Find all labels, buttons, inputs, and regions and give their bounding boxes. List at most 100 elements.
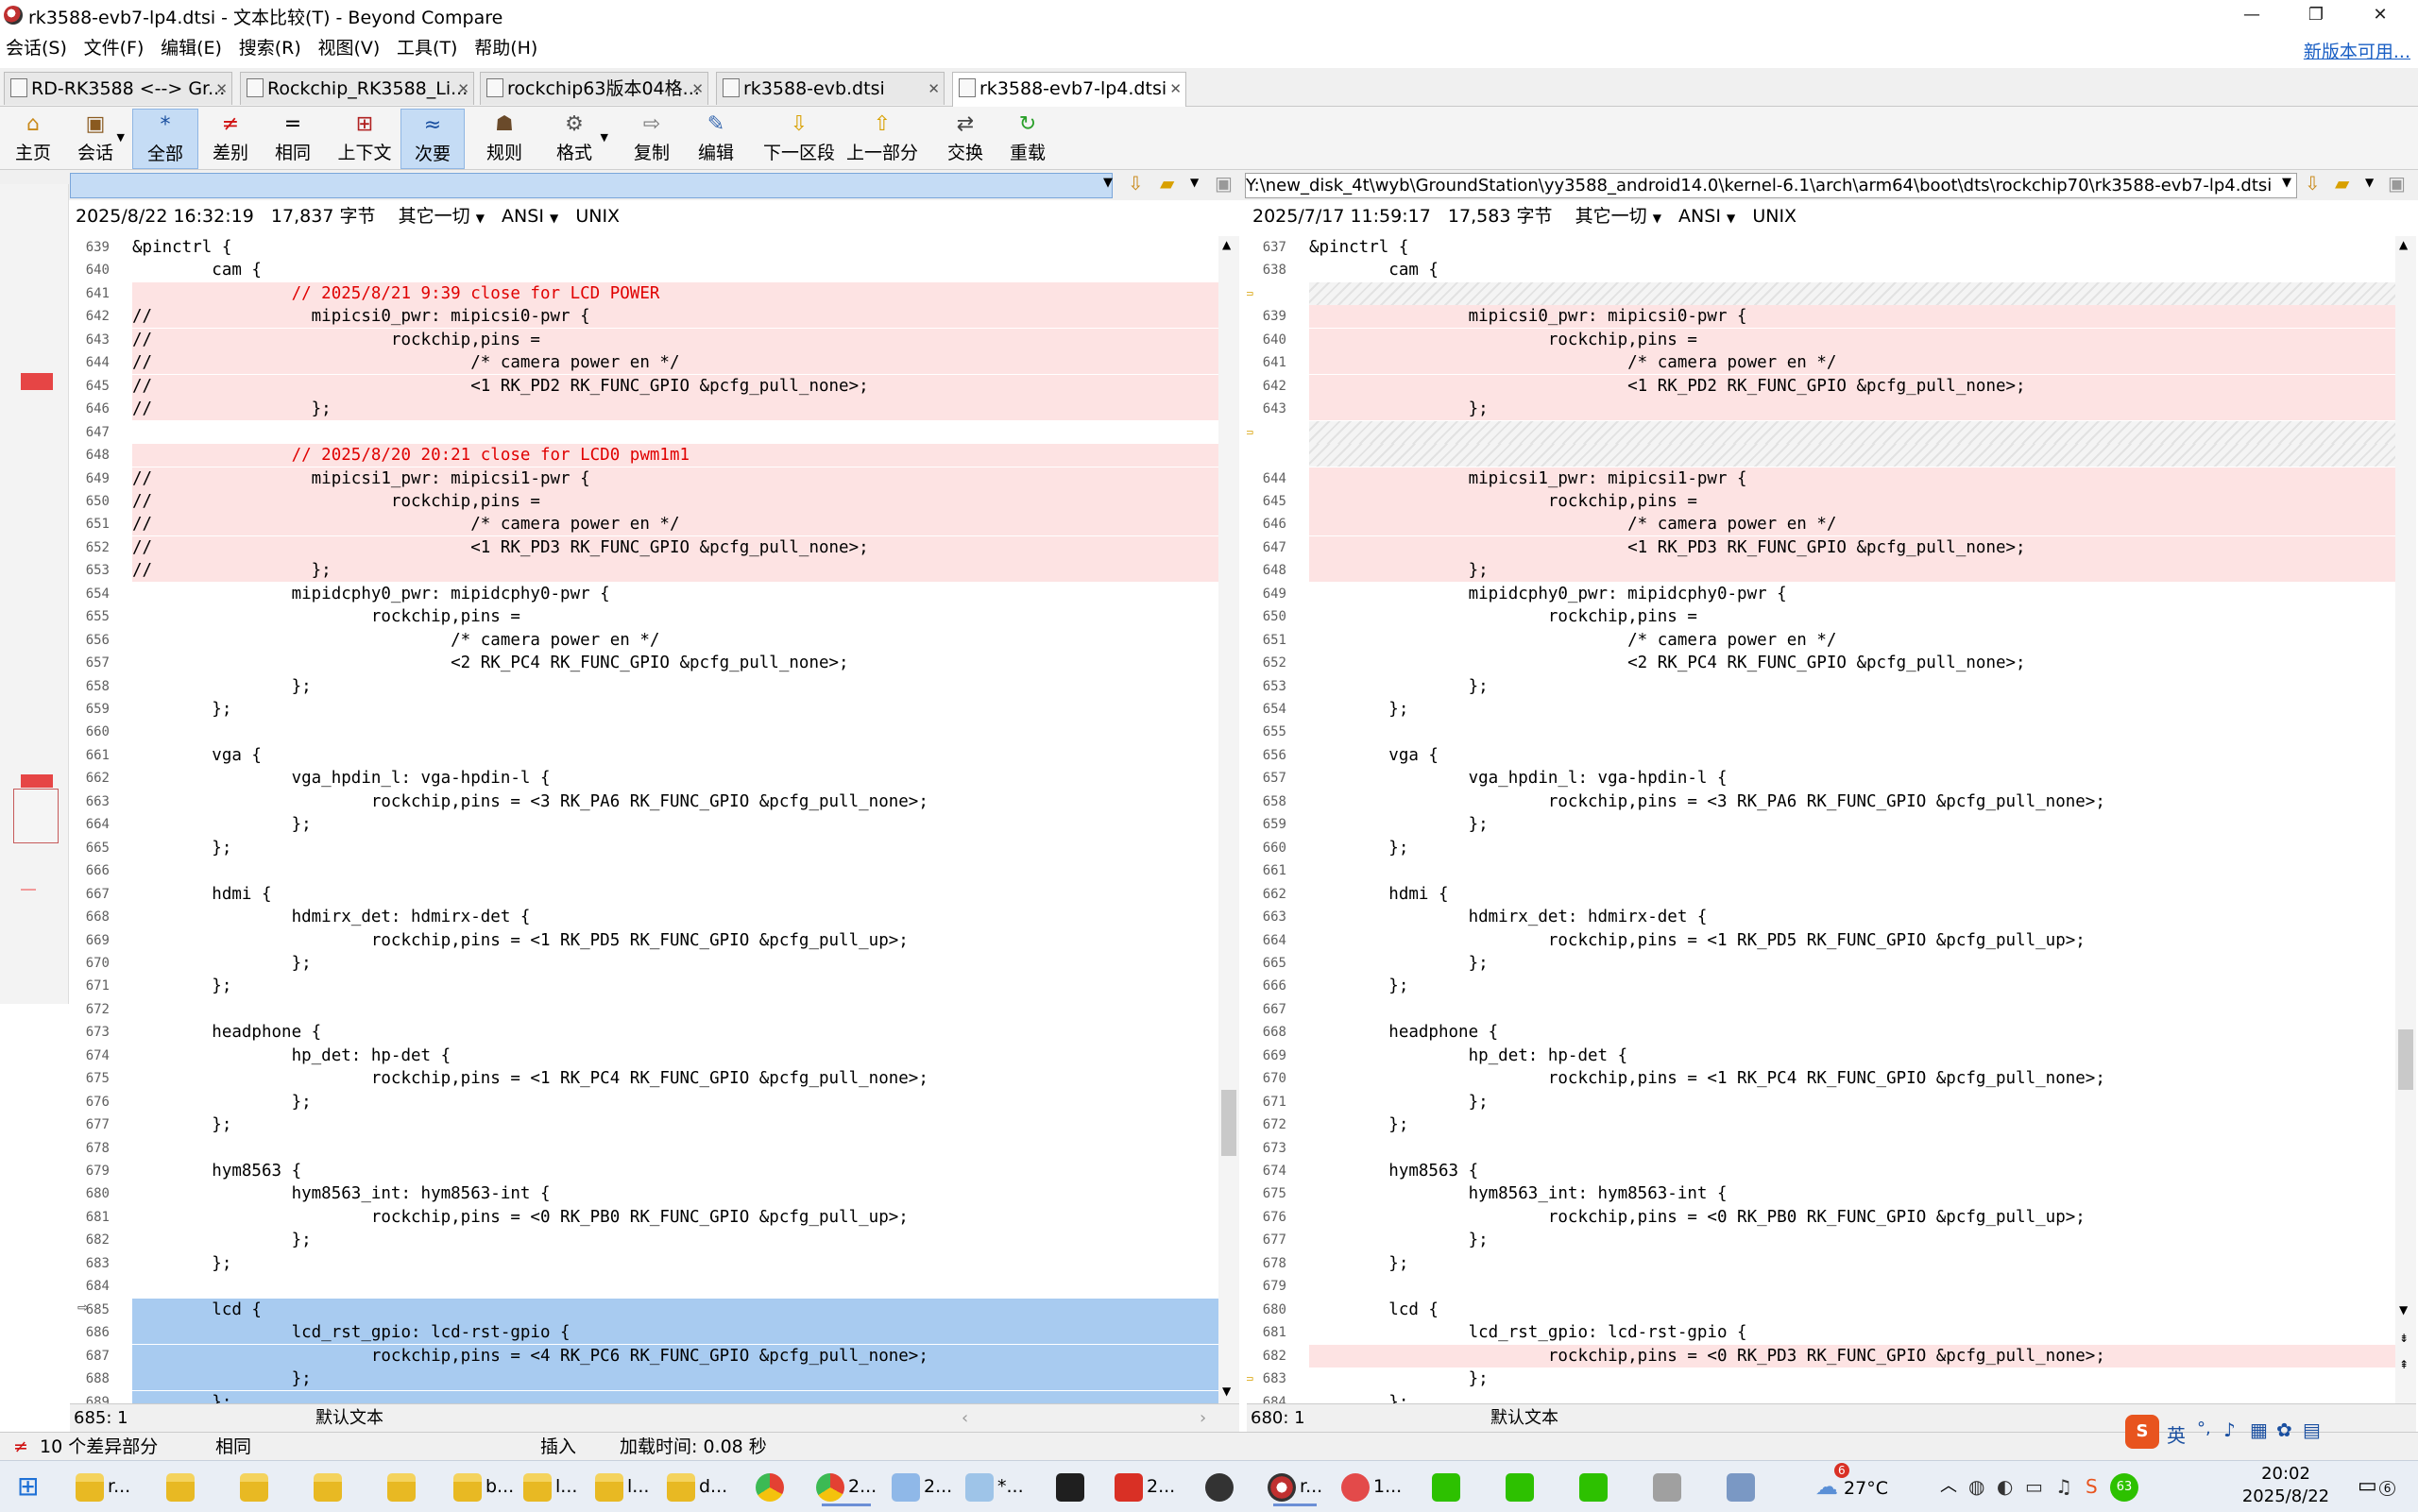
- weather-widget[interactable]: ☁ 6 27°C: [1815, 1463, 1888, 1506]
- session-button[interactable]: ▣ 会话 ▼: [64, 109, 127, 167]
- code-line[interactable]: 650 rockchip,pins =: [1247, 605, 2395, 628]
- code-line[interactable]: 645 // <1 RK_PD2 RK_FUNC_GPIO &pcfg_pull_…: [70, 374, 1218, 398]
- code-line[interactable]: 656 /* camera power en */: [70, 629, 1218, 652]
- code-line[interactable]: [1247, 444, 2395, 467]
- code-line[interactable]: 669 rockchip,pins = <1 RK_PD5 RK_FUNC_GP…: [70, 929, 1218, 952]
- show-same-button[interactable]: = 相同: [264, 109, 321, 167]
- code-line[interactable]: 642 <1 RK_PD2 RK_FUNC_GPIO &pcfg_pull_no…: [1247, 374, 2395, 398]
- code-line[interactable]: 653 };: [1247, 675, 2395, 698]
- left-history-icon[interactable]: ⇩: [1128, 172, 1144, 195]
- code-line[interactable]: 682 rockchip,pins = <0 RK_PD3 RK_FUNC_GP…: [1247, 1344, 2395, 1368]
- code-line[interactable]: 680 hym8563_int: hym8563-int {: [70, 1182, 1218, 1205]
- code-line[interactable]: 672: [70, 998, 1218, 1021]
- code-line[interactable]: 641 /* camera power en */: [1247, 351, 2395, 375]
- start-button[interactable]: ⊞: [17, 1467, 39, 1506]
- code-line[interactable]: 637 &pinctrl {: [1247, 236, 2395, 259]
- code-line[interactable]: 686 lcd_rst_gpio: lcd-rst-gpio {: [70, 1321, 1218, 1345]
- code-line[interactable]: 677 };: [1247, 1229, 2395, 1251]
- code-line[interactable]: 640 cam {: [70, 259, 1218, 281]
- code-line[interactable]: 668 headphone {: [1247, 1021, 2395, 1044]
- code-line[interactable]: 647 <1 RK_PD3 RK_FUNC_GPIO &pcfg_pull_no…: [1247, 535, 2395, 559]
- code-line[interactable]: 648 };: [1247, 559, 2395, 583]
- taskbar-folder-7[interactable]: l...: [523, 1467, 577, 1506]
- minimize-button[interactable]: —: [2222, 0, 2282, 30]
- taskbar-tools[interactable]: [1653, 1467, 1685, 1506]
- scroll-right-icon[interactable]: ›: [1200, 1404, 1206, 1433]
- home-button[interactable]: ⌂ 主页: [6, 109, 60, 167]
- scroll-up-icon[interactable]: ▲: [2399, 238, 2408, 251]
- microphone-icon[interactable]: ♪: [2223, 1419, 2236, 1441]
- keyboard-icon[interactable]: ▦: [2250, 1419, 2268, 1441]
- code-line[interactable]: 654 };: [1247, 698, 2395, 721]
- code-line[interactable]: 643 };: [1247, 398, 2395, 421]
- code-line[interactable]: 681 lcd_rst_gpio: lcd-rst-gpio {: [1247, 1321, 2395, 1344]
- format-button[interactable]: ⚙ 格式 ▼: [538, 109, 610, 167]
- right-save-icon[interactable]: ▣: [2388, 172, 2406, 195]
- code-line[interactable]: 683 };: [1247, 1368, 2395, 1390]
- code-line[interactable]: 655: [1247, 721, 2395, 743]
- left-filter-dropdown[interactable]: 其它一切 ▼: [399, 206, 485, 227]
- code-line[interactable]: 644 mipicsi1_pwr: mipicsi1-pwr {: [1247, 467, 2395, 490]
- taskbar-beyond-compare[interactable]: r...: [1268, 1467, 1322, 1506]
- code-line[interactable]: 685 lcd {: [70, 1298, 1218, 1321]
- ime-toolbar[interactable]: S 英 °, ♪ ▦ ✿ ▤: [2125, 1413, 2409, 1451]
- left-open-dropdown-icon[interactable]: ▼: [1190, 176, 1199, 189]
- tab-rockchip63[interactable]: rockchip63版本04格... ✕: [480, 72, 708, 105]
- code-line[interactable]: 670 };: [70, 952, 1218, 975]
- network-icon[interactable]: ▭: [2025, 1467, 2043, 1506]
- taskbar-notepad[interactable]: *...: [965, 1467, 1024, 1506]
- taskbar-wps[interactable]: 2...: [1115, 1467, 1175, 1506]
- close-icon[interactable]: ✕: [928, 73, 940, 105]
- code-line[interactable]: 665 };: [1247, 952, 2395, 975]
- code-line[interactable]: 687 rockchip,pins = <4 RK_PC6 RK_FUNC_GP…: [70, 1344, 1218, 1368]
- diff-arrow-icon[interactable]: ⇦: [1247, 423, 1253, 441]
- left-path-dropdown-icon[interactable]: ▼: [1103, 176, 1113, 190]
- code-line[interactable]: 689 };: [70, 1390, 1218, 1403]
- code-line[interactable]: 670 rockchip,pins = <1 RK_PC4 RK_FUNC_GP…: [1247, 1067, 2395, 1090]
- code-line[interactable]: 650 // rockchip,pins =: [70, 489, 1218, 513]
- tab-rk3588-evb[interactable]: rk3588-evb.dtsi ✕: [716, 72, 945, 105]
- code-line[interactable]: 668 hdmirx_det: hdmirx-det {: [70, 906, 1218, 928]
- sogou-tray-icon[interactable]: S: [2086, 1467, 2098, 1506]
- code-line[interactable]: 661 vga {: [70, 744, 1218, 767]
- diff-arrow-icon[interactable]: ⇦: [1247, 284, 1253, 302]
- code-line[interactable]: 660 };: [1247, 837, 2395, 859]
- code-line[interactable]: 649 mipidcphy0_pwr: mipidcphy0-pwr {: [1247, 583, 2395, 605]
- taskbar-folder-3[interactable]: [240, 1467, 272, 1506]
- right-vertical-scrollbar[interactable]: ▲ ▼ ⇟ ⇞: [2395, 236, 2416, 1403]
- ime-lang[interactable]: 英: [2167, 1420, 2186, 1448]
- code-line[interactable]: 643 // rockchip,pins =: [70, 328, 1218, 351]
- taskbar-chrome-2[interactable]: 2...: [816, 1467, 877, 1506]
- maximize-button[interactable]: ❐: [2286, 0, 2346, 30]
- code-line[interactable]: 684 };: [1247, 1391, 2395, 1404]
- code-line[interactable]: 672 };: [1247, 1113, 2395, 1136]
- left-open-folder-icon[interactable]: ▰: [1160, 172, 1174, 195]
- code-line[interactable]: 667 hdmi {: [70, 883, 1218, 906]
- code-line[interactable]: 683 };: [70, 1252, 1218, 1275]
- tray-badge-63[interactable]: 63: [2110, 1467, 2138, 1506]
- left-eol[interactable]: UNIX: [575, 206, 620, 227]
- code-line[interactable]: 674 hp_det: hp-det {: [70, 1045, 1218, 1067]
- code-line[interactable]: 663 hdmirx_det: hdmirx-det {: [1247, 906, 2395, 928]
- tray-icon-2[interactable]: ◐: [1997, 1467, 2013, 1506]
- code-line[interactable]: 669 hp_det: hp-det {: [1247, 1045, 2395, 1067]
- copy-button[interactable]: ⇨ 复制: [623, 109, 680, 167]
- code-line[interactable]: 671 };: [1247, 1091, 2395, 1113]
- code-line[interactable]: 657 vga_hpdin_l: vga-hpdin-l {: [1247, 767, 2395, 790]
- code-line[interactable]: 663 rockchip,pins = <3 RK_PA6 RK_FUNC_GP…: [70, 790, 1218, 813]
- left-code-pane[interactable]: 639 &pinctrl {640 cam {641 // 2025/8/21 9…: [70, 236, 1218, 1403]
- punctuation-icon[interactable]: °,: [2197, 1419, 2211, 1438]
- menu-view[interactable]: 视图(V): [312, 32, 385, 64]
- code-line[interactable]: 639 mipicsi0_pwr: mipicsi0-pwr {: [1247, 305, 2395, 329]
- code-line[interactable]: 684: [70, 1275, 1218, 1298]
- taskbar-network-app[interactable]: [1727, 1467, 1759, 1506]
- code-line[interactable]: 654 mipidcphy0_pwr: mipidcphy0-pwr {: [70, 583, 1218, 605]
- show-hidden-icons[interactable]: ︿: [1940, 1467, 1957, 1506]
- right-encoding-dropdown[interactable]: ANSI ▼: [1678, 206, 1735, 227]
- code-line[interactable]: 679: [1247, 1275, 2395, 1298]
- edit-button[interactable]: ✎ 编辑: [688, 109, 744, 167]
- taskbar-ultraedit[interactable]: [1205, 1467, 1237, 1506]
- code-line[interactable]: 653 // };: [70, 559, 1218, 583]
- menu-search[interactable]: 搜索(R): [233, 32, 307, 64]
- swap-button[interactable]: ⇄ 交换: [937, 109, 994, 167]
